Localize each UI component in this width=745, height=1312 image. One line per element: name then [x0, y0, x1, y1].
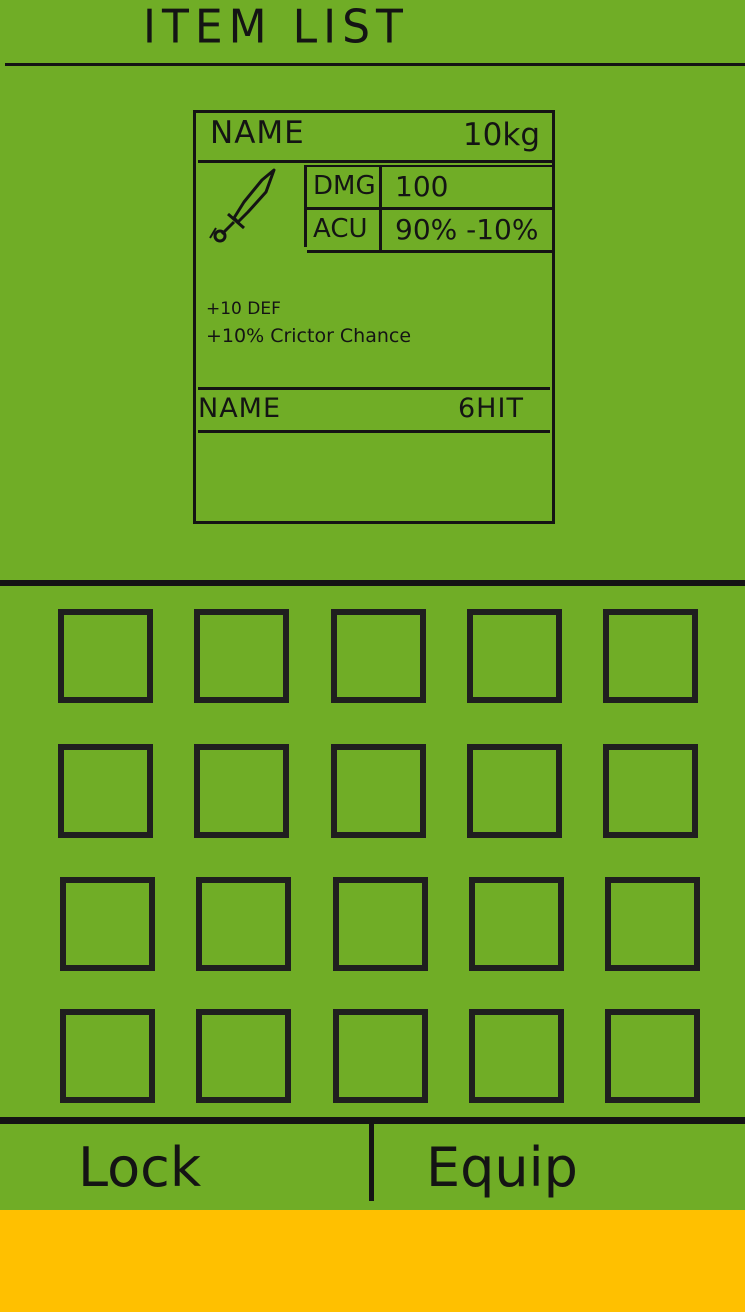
title-underline [5, 63, 745, 66]
bonus-crit-chance: +10% Crictor Chance [206, 325, 412, 347]
card-section-divider [198, 430, 550, 433]
stats-table: DMG 100 ACU 90% -10% [304, 165, 555, 253]
inventory-slot[interactable] [603, 744, 698, 838]
item-weight: 10kg [462, 117, 540, 153]
inventory-slot[interactable] [605, 1009, 700, 1103]
inventory-slot[interactable] [333, 877, 428, 971]
section-divider [0, 580, 745, 586]
item-detail-card: NAME 10kg DMG 100 ACU 90% -10% +10 DEF + [193, 110, 555, 524]
bonus-defense: +10 DEF [206, 299, 281, 319]
equip-button[interactable]: Equip [374, 1124, 745, 1210]
inventory-slot[interactable] [196, 1009, 291, 1103]
stat-value-accuracy: 90% -10% [395, 213, 539, 246]
secondary-name: NAME [198, 393, 282, 424]
inventory-slot[interactable] [331, 744, 426, 838]
lock-button[interactable]: Lock [0, 1124, 369, 1210]
card-header-divider [198, 160, 554, 163]
action-bar-divider [0, 1117, 745, 1124]
item-name: NAME [210, 115, 305, 151]
equip-button-label: Equip [426, 1136, 578, 1199]
inventory-slot[interactable] [605, 877, 700, 971]
inventory-slot[interactable] [603, 609, 698, 703]
sword-icon [209, 168, 276, 243]
inventory-slot[interactable] [58, 744, 153, 838]
inventory-slot[interactable] [331, 609, 426, 703]
stat-value-damage: 100 [395, 170, 449, 203]
stat-column-divider [379, 167, 382, 207]
inventory-slot[interactable] [467, 744, 562, 838]
inventory-slot[interactable] [194, 744, 289, 838]
inventory-slot[interactable] [58, 609, 153, 703]
inventory-slot[interactable] [194, 609, 289, 703]
stat-column-divider [379, 210, 382, 250]
lock-button-label: Lock [78, 1136, 202, 1199]
inventory-slot[interactable] [333, 1009, 428, 1103]
inventory-slot[interactable] [469, 877, 564, 971]
inventory-slot[interactable] [196, 877, 291, 971]
page-title: ITEM LIST [143, 0, 409, 55]
stat-label-damage: DMG [313, 171, 376, 201]
inventory-slot[interactable] [469, 1009, 564, 1103]
stat-row-accuracy: ACU 90% -10% [307, 210, 555, 253]
stat-label-accuracy: ACU [313, 214, 368, 244]
footer-panel [0, 1210, 745, 1312]
secondary-value: 6HIT [458, 393, 524, 424]
card-section-divider [198, 387, 550, 390]
inventory-slot[interactable] [60, 877, 155, 971]
stat-row-damage: DMG 100 [307, 165, 555, 210]
inventory-slot[interactable] [60, 1009, 155, 1103]
inventory-slot[interactable] [467, 609, 562, 703]
item-list-screen: ITEM LIST NAME 10kg DMG 100 ACU 90% -10% [0, 0, 745, 1210]
